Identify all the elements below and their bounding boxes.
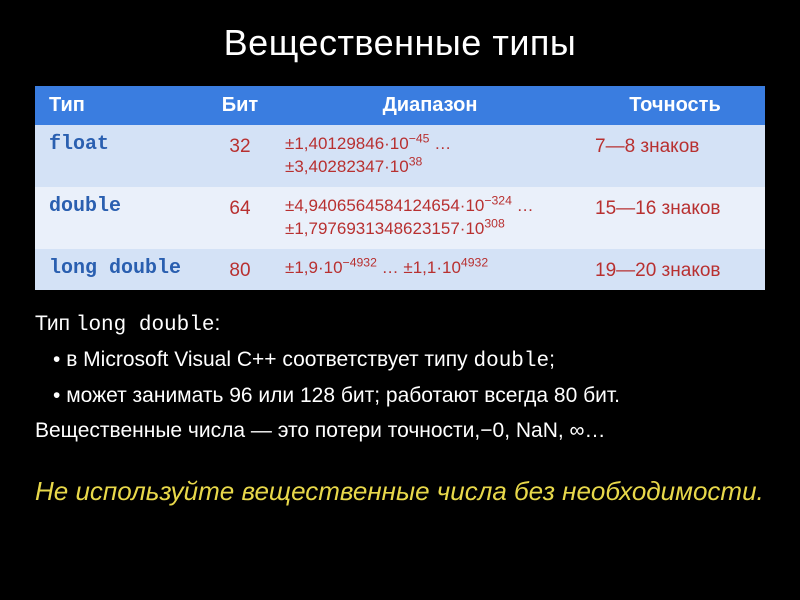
bullet-pre: в Microsoft Visual C++ соответствует тип… — [66, 348, 473, 371]
col-prec: Точность — [585, 86, 765, 125]
table-row: long double 80 ±1,9·10−4932 … ±1,1·10493… — [35, 249, 765, 290]
table-header-row: Тип Бит Диапазон Точность — [35, 86, 765, 125]
list-item: в Microsoft Visual C++ соответствует тип… — [53, 346, 765, 376]
cell-prec: 7—8 знаков — [585, 125, 765, 187]
bullet-list: в Microsoft Visual C++ соответствует тип… — [35, 346, 765, 411]
cell-range: ±4,9406564584124654·10−324 …±1,797693134… — [275, 187, 585, 249]
list-item: может занимать 96 или 128 бит; работают … — [53, 382, 765, 410]
types-table: Тип Бит Диапазон Точность float 32 ±1,40… — [35, 86, 765, 290]
cell-prec: 19—20 знаков — [585, 249, 765, 290]
cell-range: ±1,9·10−4932 … ±1,1·104932 — [275, 249, 585, 290]
footnote: Не используйте вещественные числа без не… — [35, 475, 765, 508]
col-type: Тип — [35, 86, 205, 125]
cell-bit: 64 — [205, 187, 275, 249]
body-text: Тип long double: в Microsoft Visual C++ … — [35, 310, 765, 451]
intro-post: : — [214, 312, 220, 335]
cell-prec: 15—16 знаков — [585, 187, 765, 249]
cell-type: double — [35, 187, 205, 249]
table-row: double 64 ±4,9406564584124654·10−324 …±1… — [35, 187, 765, 249]
col-bit: Бит — [205, 86, 275, 125]
cell-range: ±1,40129846·10−45 …±3,40282347·1038 — [275, 125, 585, 187]
bullet-code: double — [473, 350, 549, 373]
slide: Вещественные типы Тип Бит Диапазон Точно… — [0, 0, 800, 600]
bullet-post: ; — [549, 348, 555, 371]
col-range: Диапазон — [275, 86, 585, 125]
intro-code: long double — [76, 314, 215, 337]
cell-bit: 80 — [205, 249, 275, 290]
cell-type: float — [35, 125, 205, 187]
cell-bit: 32 — [205, 125, 275, 187]
intro-line: Тип long double: — [35, 310, 765, 340]
real-note: Вещественные числа — это потери точности… — [35, 417, 765, 445]
page-title: Вещественные типы — [35, 22, 765, 64]
table-row: float 32 ±1,40129846·10−45 …±3,40282347·… — [35, 125, 765, 187]
cell-type: long double — [35, 249, 205, 290]
intro-pre: Тип — [35, 312, 76, 335]
bullet-text: может занимать 96 или 128 бит; работают … — [66, 384, 620, 407]
